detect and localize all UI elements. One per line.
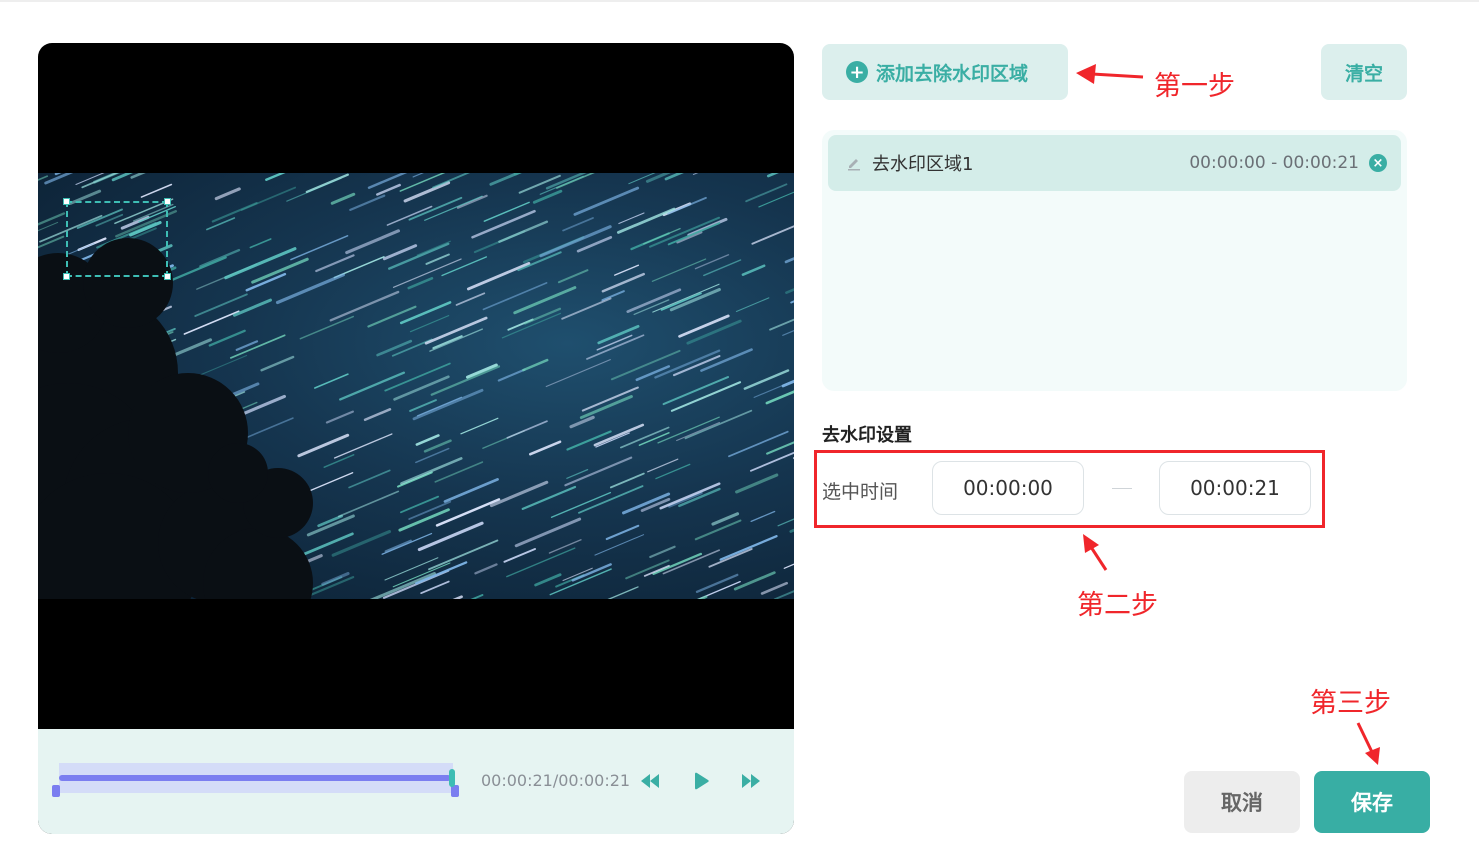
arrow-step2 [1091,547,1106,570]
annotation-arrows [0,0,1479,849]
arrow-step3 [1358,723,1372,752]
arrow-step1 [1092,74,1143,77]
save-button[interactable]: 保存 [1314,771,1430,833]
cancel-button[interactable]: 取消 [1184,771,1300,833]
